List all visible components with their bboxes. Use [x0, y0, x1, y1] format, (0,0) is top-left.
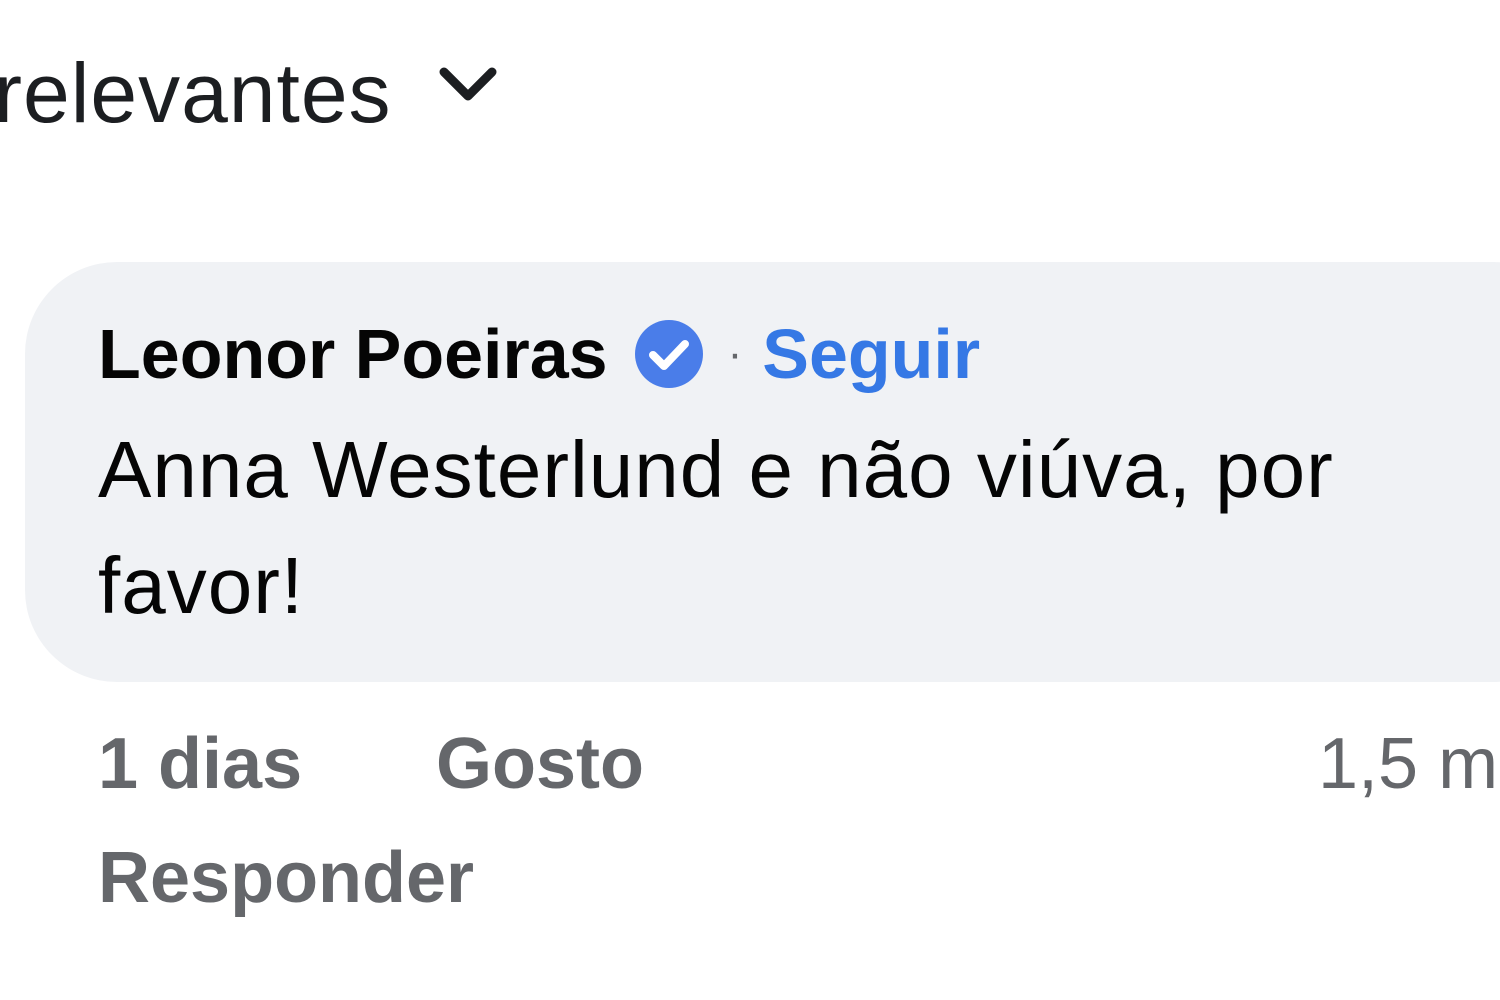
- follow-button[interactable]: Seguir: [762, 319, 980, 389]
- comment-timestamp[interactable]: 1 dias: [98, 728, 302, 800]
- separator-dot: ·: [727, 329, 743, 378]
- sort-dropdown[interactable]: relevantes: [0, 38, 500, 148]
- sort-label: relevantes: [0, 46, 392, 140]
- like-button[interactable]: Gosto: [436, 728, 644, 800]
- comment-text: Anna Westerlund e não viúva, por favor!: [98, 425, 1334, 630]
- comments-page: relevantes Leonor Poeiras · Seguir Anna …: [0, 0, 1500, 1000]
- verified-badge-icon: [634, 319, 704, 389]
- reaction-count[interactable]: 1,5 m: [1318, 728, 1498, 800]
- reply-button[interactable]: Responder: [98, 842, 474, 914]
- comment-author-row: Leonor Poeiras · Seguir: [98, 312, 980, 396]
- chevron-down-icon: [436, 52, 500, 116]
- comment-author-name[interactable]: Leonor Poeiras: [98, 319, 608, 389]
